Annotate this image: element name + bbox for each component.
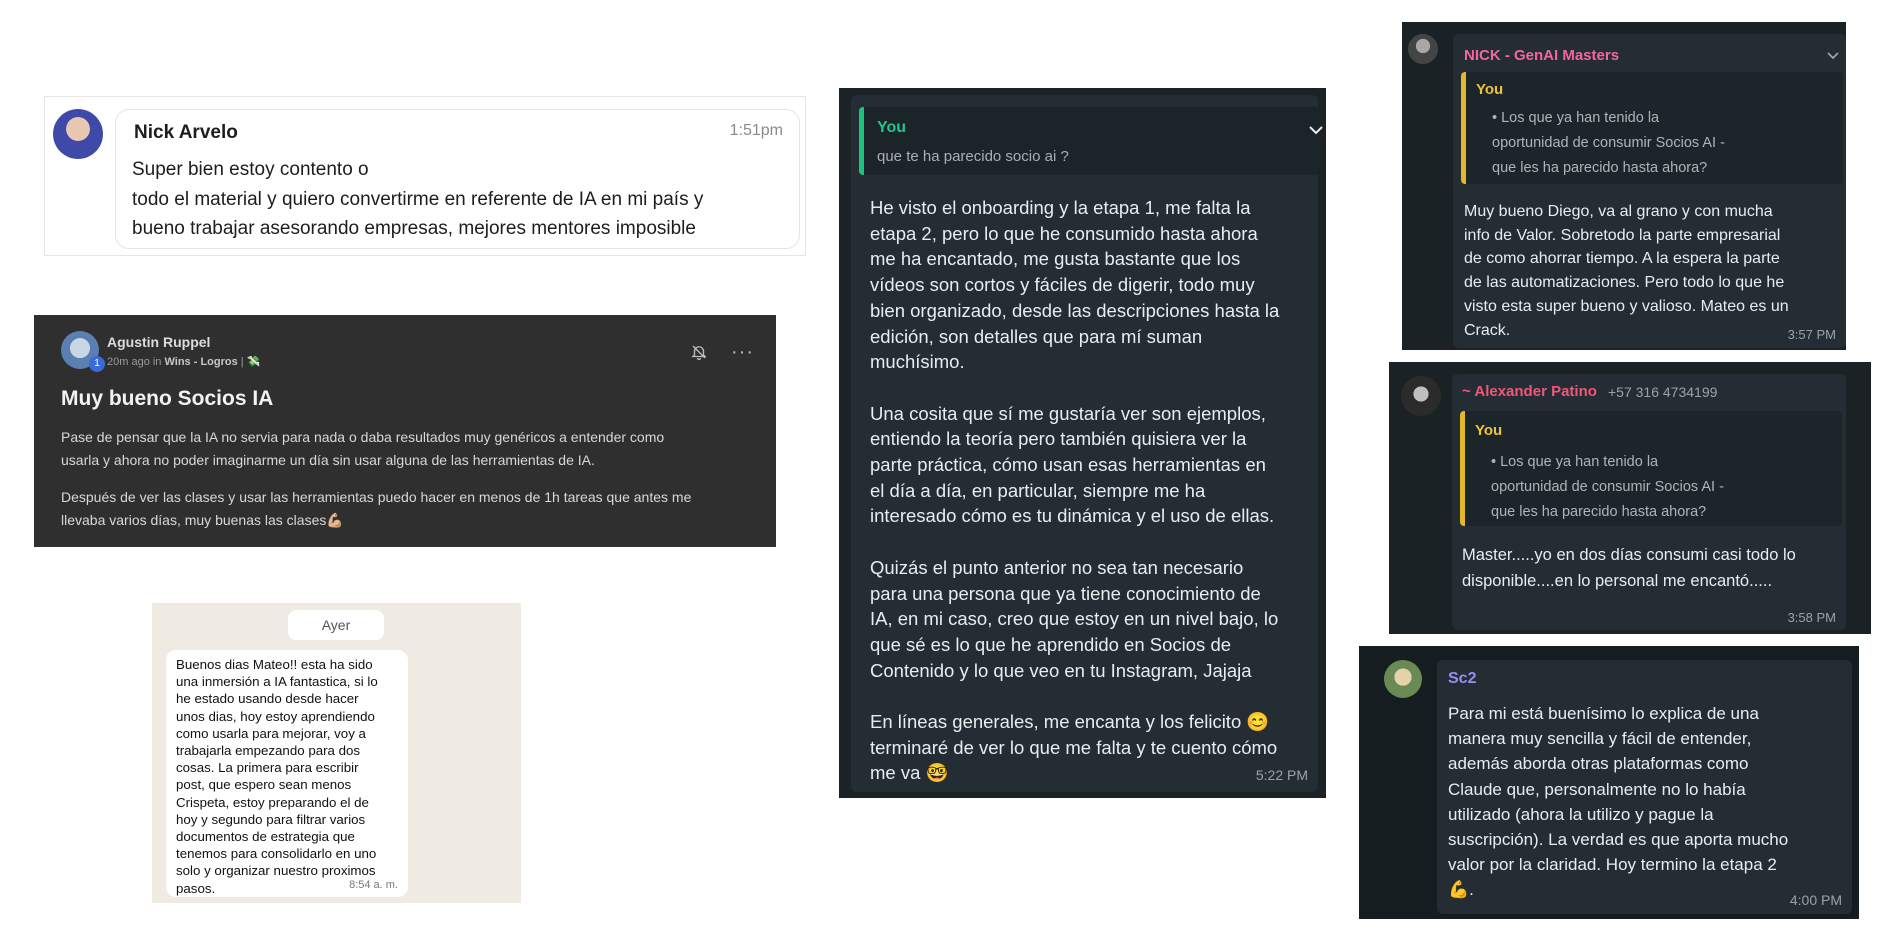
date-separator: Ayer	[288, 610, 384, 640]
sender-name[interactable]: ~ Alexander Patino	[1462, 383, 1597, 400]
quoted-message[interactable]: You que te ha parecido socio ai ?	[859, 107, 1323, 175]
quoted-author: You	[877, 119, 907, 136]
post-time: 20m ago in	[107, 356, 162, 368]
message-text: Buenos dias Mateo!! esta ha sido una inm…	[176, 657, 378, 896]
avatar[interactable]	[1401, 376, 1441, 416]
message-time: 5:22 PM	[1255, 767, 1308, 783]
author-name[interactable]: Nick Arvelo	[134, 122, 238, 144]
bell-off-icon[interactable]	[690, 343, 708, 361]
message-bubble: Buenos dias Mateo!! esta ha sido una inm…	[166, 650, 408, 897]
message-text: Super bien estoy contento o todo el mate…	[132, 159, 704, 239]
sender-name[interactable]: NICK - GenAI Masters	[1464, 47, 1619, 64]
sender-phone: +57 316 4734199	[1608, 384, 1718, 400]
meta-separator: |	[240, 356, 244, 368]
avatar[interactable]	[1408, 34, 1438, 64]
message-bubble: Nick Arvelo 1:51pm Super bien estoy cont…	[115, 109, 800, 249]
message-text: Para mi está buenísimo lo explica de una…	[1448, 704, 1789, 900]
message-bubble: Sc2 Para mi está buenísimo lo explica de…	[1437, 660, 1852, 914]
whatsapp-dark-chat-large: You que te ha parecido socio ai ? He vis…	[839, 88, 1326, 798]
quoted-author: You	[1475, 422, 1503, 439]
message-time: 4:00 PM	[1789, 892, 1842, 908]
message-time: 3:57 PM	[1787, 327, 1836, 342]
message-time: 1:51pm	[729, 122, 783, 139]
testimonial-card-nick-arvelo: Nick Arvelo 1:51pm Super bien estoy cont…	[44, 96, 806, 256]
whatsapp-light-chat: Ayer Buenos dias Mateo!! esta ha sido un…	[152, 603, 521, 903]
money-emoji: 💸	[246, 356, 261, 368]
message-bubble: ~ Alexander Patino +57 316 4734199 You •…	[1452, 374, 1846, 630]
more-options-icon[interactable]: ···	[731, 341, 754, 364]
quoted-author: You	[1476, 81, 1504, 98]
quoted-message[interactable]: You • Los que ya han tenido la oportunid…	[1461, 72, 1843, 184]
avatar[interactable]	[53, 109, 103, 159]
message-bubble: NICK - GenAI Masters You • Los que ya ha…	[1453, 34, 1846, 348]
chevron-down-icon[interactable]	[1309, 125, 1323, 135]
author-name[interactable]: Agustin Ruppel	[107, 334, 210, 350]
message-text: Master.....yo en dos días consumi casi t…	[1462, 546, 1796, 590]
post-meta: 20m ago in Wins - Logros | 💸	[107, 355, 260, 368]
post-title: Muy bueno Socios IA	[61, 387, 274, 410]
message-text: Muy bueno Diego, va al grano y con mucha…	[1464, 203, 1789, 339]
community-post-card: 1 Agustin Ruppel 20m ago in Wins - Logro…	[34, 315, 776, 547]
sender-name[interactable]: Sc2	[1448, 670, 1476, 688]
quoted-text: que te ha parecido socio ai ?	[877, 148, 1069, 165]
post-paragraph-1: Pase de pensar que la IA no servia para …	[61, 429, 665, 468]
message-time: 3:58 PM	[1787, 610, 1836, 625]
quoted-text: • Los que ya han tenido la oportunidad d…	[1492, 110, 1725, 176]
whatsapp-dark-chat-nick: NICK - GenAI Masters You • Los que ya ha…	[1402, 22, 1846, 350]
post-paragraph-2: Después de ver las clases y usar las her…	[61, 489, 692, 528]
avatar[interactable]	[1384, 660, 1422, 698]
message-text: He visto el onboarding y la etapa 1, me …	[870, 197, 1280, 784]
message-time: 8:54 a. m.	[349, 879, 398, 891]
whatsapp-dark-chat-sc2: Sc2 Para mi está buenísimo lo explica de…	[1359, 646, 1859, 919]
message-bubble: You que te ha parecido socio ai ? He vis…	[851, 95, 1323, 792]
chevron-down-icon[interactable]	[1827, 52, 1839, 60]
whatsapp-dark-chat-alexander: ~ Alexander Patino +57 316 4734199 You •…	[1389, 362, 1871, 634]
level-badge: 1	[89, 356, 105, 372]
post-group-link[interactable]: Wins - Logros	[165, 356, 238, 368]
quoted-message[interactable]: You • Los que ya han tenido la oportunid…	[1460, 411, 1842, 526]
quoted-text: • Los que ya han tenido la oportunidad d…	[1491, 454, 1724, 520]
